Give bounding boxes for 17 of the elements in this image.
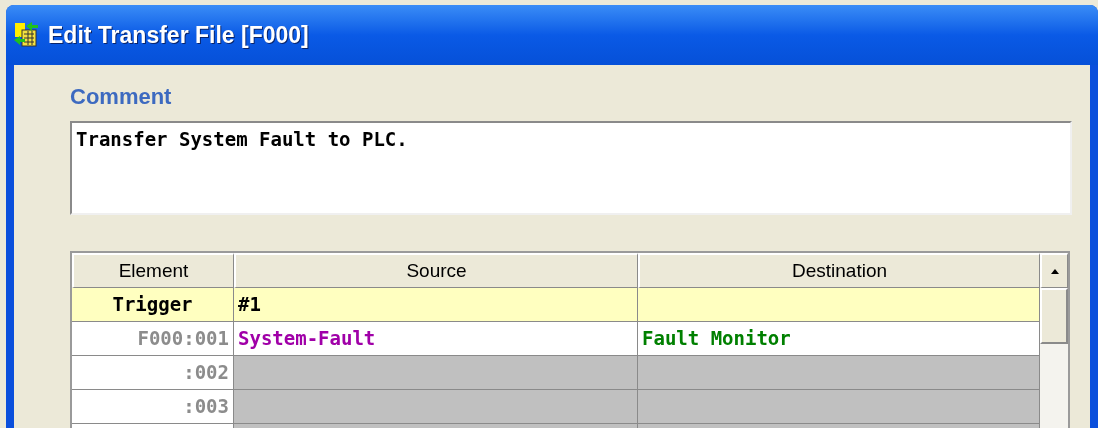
comment-label: Comment xyxy=(70,83,173,111)
column-header[interactable]: Element xyxy=(72,253,234,288)
column-header[interactable]: Destination xyxy=(638,253,1040,288)
comment-field[interactable]: Transfer System Fault to PLC. xyxy=(70,121,1072,215)
table-cell: #1 xyxy=(234,288,638,322)
scrollbar[interactable] xyxy=(1040,253,1068,428)
table-cell: :002 xyxy=(72,356,234,390)
table-cell: Trigger xyxy=(72,288,234,322)
scroll-thumb[interactable] xyxy=(1040,288,1068,344)
table-cell: :003 xyxy=(72,390,234,424)
column-header[interactable]: Source xyxy=(234,253,638,288)
table-cell: System-Fault xyxy=(234,322,638,356)
table-cell: Fault Monitor xyxy=(638,322,1040,356)
up-arrow-icon xyxy=(1050,268,1059,274)
scroll-up-button[interactable] xyxy=(1040,253,1068,288)
table-cell: F000:001 xyxy=(72,322,234,356)
window-title: Edit Transfer File [F000] xyxy=(48,20,309,50)
